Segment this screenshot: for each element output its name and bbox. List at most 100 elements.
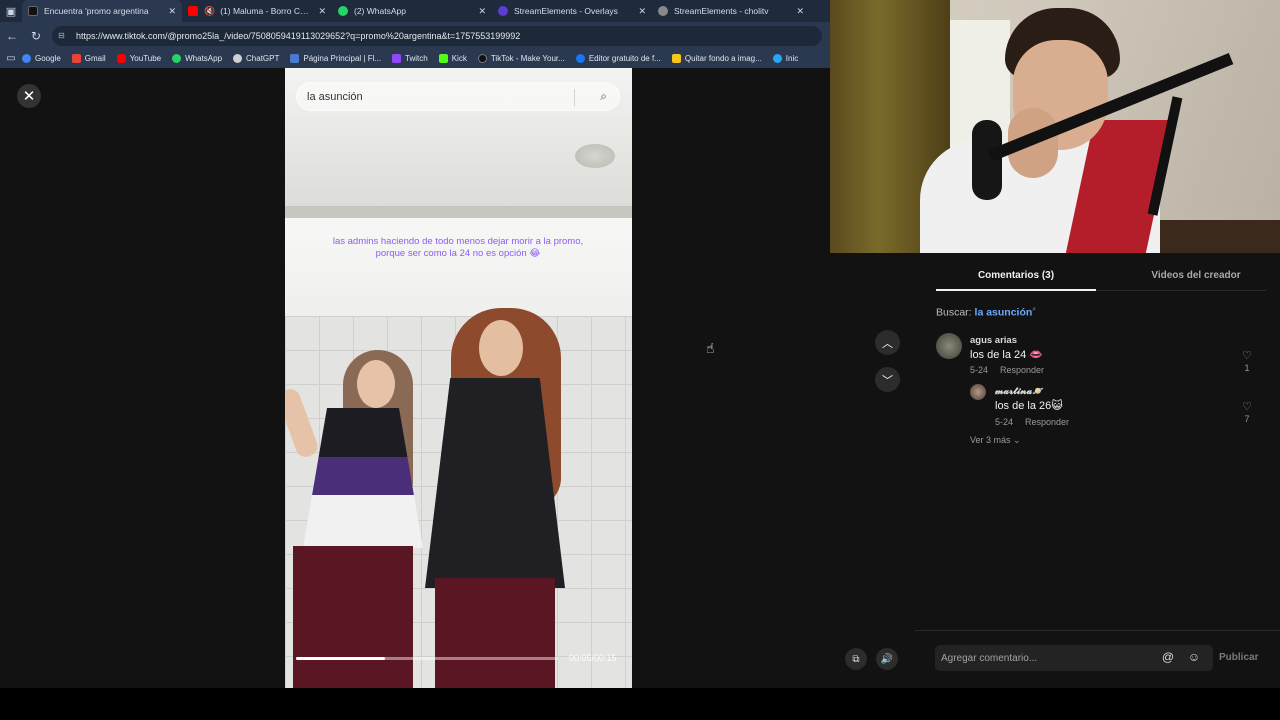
site-info-icon[interactable]: ⊟ [58, 31, 72, 40]
video-player[interactable]: la asunción ⌕ las admins haciendo de tod… [285, 68, 632, 688]
tab-title: (1) Maluma - Borro Cassette [220, 6, 313, 16]
back-arrow-icon[interactable]: ← [0, 24, 24, 48]
whatsapp-icon [172, 54, 182, 63]
comments-tabs: Comentarios (3) Videos del creador [936, 253, 1266, 291]
hand-cursor-icon: ☝ [706, 340, 715, 356]
bookmark-youtube[interactable]: YouTube [116, 54, 161, 63]
search-label: Buscar: [936, 306, 972, 319]
reply-button[interactable]: Responder [1000, 365, 1044, 375]
view-more-replies[interactable]: Ver 3 más ⌄ [970, 435, 1021, 446]
bookmark-label: Gmail [84, 54, 106, 63]
tab-actions-icon[interactable]: ▣ [0, 0, 22, 22]
video-person-right-face [479, 320, 523, 376]
floating-player-button[interactable]: ⧉ [845, 648, 867, 670]
close-icon[interactable]: ✕ [318, 6, 326, 17]
search-icon[interactable]: ⌕ [600, 89, 607, 104]
reply-button[interactable]: Responder [1025, 417, 1069, 427]
tab-title: (2) WhatsApp [354, 6, 406, 16]
tab-title: Encuentra 'promo argentina [44, 6, 149, 16]
video-person-left-face [357, 360, 395, 408]
like-count: 1 [1244, 363, 1250, 373]
active-tab-underline [936, 289, 1096, 291]
bookmark-kick[interactable]: Kick [438, 54, 467, 63]
volume-icon: 🔊 [880, 653, 894, 665]
webcam-overlay [830, 0, 1280, 253]
bookmark-editor[interactable]: Editor gratuito de f... [575, 54, 661, 63]
edge-icon [772, 54, 782, 63]
streamelements-favicon-icon [498, 6, 508, 16]
bookmark-quitar-fondo[interactable]: Quitar fondo a imag... [671, 54, 762, 63]
emoji-icon[interactable]: ☺ [1186, 650, 1202, 666]
google-icon [22, 54, 31, 63]
url-text: https://www.tiktok.com/@promo25la_/video… [76, 30, 521, 41]
youtube-icon [116, 54, 126, 63]
mention-icon[interactable]: @ [1160, 650, 1176, 666]
twitch-icon [392, 54, 402, 63]
apps-icon[interactable]: ▭ [0, 49, 22, 68]
avatar[interactable] [936, 333, 962, 359]
streamelements-favicon-icon [658, 6, 668, 16]
bookmark-inic[interactable]: Inic [772, 54, 799, 63]
bookmark-label: Quitar fondo a imag... [684, 54, 762, 63]
url-field[interactable]: ⊟ https://www.tiktok.com/@promo25la_/vid… [52, 25, 822, 46]
previous-video-button[interactable]: ︿ [875, 330, 900, 355]
video-time: 00:05/00:15 [569, 653, 617, 663]
chevron-up-icon: ︿ [882, 337, 893, 350]
avatar[interactable] [970, 384, 986, 400]
browser-tab-bar: ▣ Encuentra 'promo argentina ✕ 🔇 (1) Mal… [0, 0, 830, 22]
tab-streamelements-overlays[interactable]: StreamElements - Overlays ✕ [492, 0, 652, 22]
bookmark-pagina-principal[interactable]: Página Principal | Fl... [290, 54, 381, 63]
tab-youtube[interactable]: 🔇 (1) Maluma - Borro Cassette ✕ [182, 0, 332, 22]
bookmark-tiktok[interactable]: TikTok - Make Your... [477, 54, 565, 63]
bookmark-label: Página Principal | Fl... [303, 54, 382, 63]
close-viewer-button[interactable]: ✕ [17, 84, 41, 108]
video-progress-fill [296, 657, 386, 660]
tab-tiktok[interactable]: Encuentra 'promo argentina ✕ [22, 0, 182, 22]
bookmark-google[interactable]: Google [22, 54, 61, 63]
bookmark-label: Google [35, 54, 61, 63]
tab-comments[interactable]: Comentarios (3) [936, 270, 1096, 281]
comment-composer: Agregar comentario... @ ☺ Publicar [915, 630, 1280, 688]
bookmark-chatgpt[interactable]: ChatGPT [233, 54, 279, 63]
whatsapp-favicon-icon [338, 6, 348, 16]
comments-panel: Comentarios (3) Videos del creador Busca… [915, 253, 1280, 688]
comment-item: agus arias los de la 24 👄 5-24 Responder … [936, 333, 1256, 383]
video-search-input[interactable]: la asunción ⌕ [296, 82, 620, 111]
mute-icon[interactable]: 🔇 [204, 6, 215, 17]
kick-icon [438, 54, 448, 63]
tab-streamelements-cholitv[interactable]: StreamElements - cholitv ✕ [652, 0, 810, 22]
close-icon[interactable]: ✕ [796, 6, 804, 17]
bookmark-whatsapp[interactable]: WhatsApp [172, 54, 222, 63]
search-term-link[interactable]: la asunción [975, 307, 1033, 319]
reload-icon[interactable]: ↻ [24, 24, 48, 48]
publish-button[interactable]: Publicar [1219, 652, 1258, 663]
comments-search: Buscar: la asunción⌕ [936, 306, 1036, 319]
bookmark-gmail[interactable]: Gmail [71, 54, 106, 63]
like-count: 7 [1244, 414, 1250, 424]
tab-creator-videos[interactable]: Videos del creador [1121, 270, 1271, 281]
video-progress-bar[interactable] [296, 657, 558, 660]
chevron-down-icon: ﹀ [882, 374, 893, 387]
like-button[interactable]: ♡ 7 [1237, 400, 1257, 424]
pip-icon: ⧉ [852, 653, 860, 665]
bookmark-label: WhatsApp [185, 54, 223, 63]
tiktok-favicon-icon [28, 6, 38, 16]
video-search-text: la asunción [307, 90, 363, 103]
close-icon[interactable]: ✕ [168, 6, 176, 17]
close-icon[interactable]: ✕ [478, 6, 486, 17]
comment-reply-item: 𝓶𝓪𝓻𝓽𝓲𝓷𝓪🪐 los de la 26😺 5-24 Responder ♡ 7 [970, 384, 1256, 434]
comment-input-placeholder: Agregar comentario... [941, 652, 1038, 664]
comment-username[interactable]: 𝓶𝓪𝓻𝓽𝓲𝓷𝓪🪐 [995, 386, 1044, 397]
tab-whatsapp[interactable]: (2) WhatsApp ✕ [332, 0, 492, 22]
bookmark-label: Inic [785, 54, 799, 63]
bookmark-twitch[interactable]: Twitch [392, 54, 428, 63]
chatgpt-icon [233, 54, 243, 63]
next-video-button[interactable]: ﹀ [875, 367, 900, 392]
volume-button[interactable]: 🔊 [876, 648, 898, 670]
comment-meta: 5-24 Responder [995, 417, 1069, 427]
gmail-icon [71, 54, 81, 63]
like-button[interactable]: ♡ 1 [1237, 349, 1257, 373]
comment-username[interactable]: agus arias [970, 335, 1017, 346]
tab-title: StreamElements - cholitv [674, 6, 769, 16]
close-icon[interactable]: ✕ [638, 6, 646, 17]
